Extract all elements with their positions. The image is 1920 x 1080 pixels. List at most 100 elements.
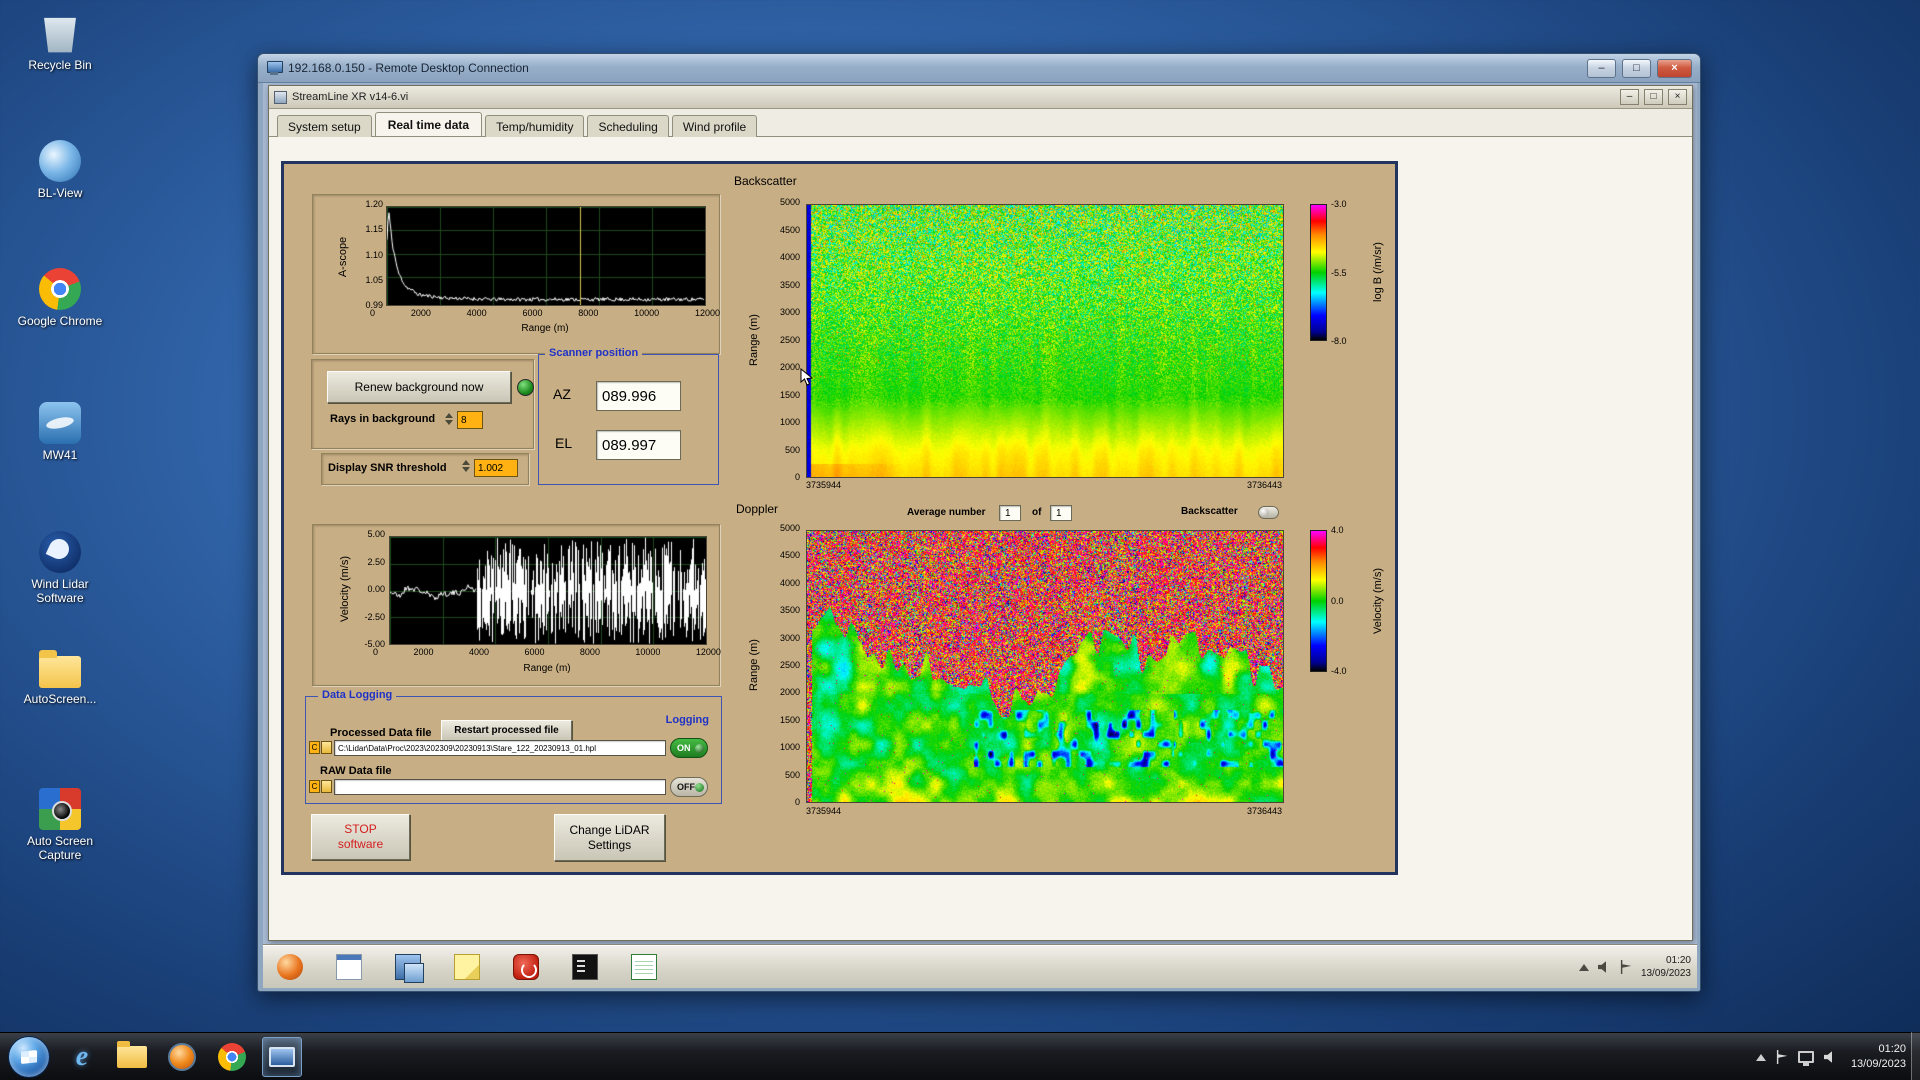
tab-scheduling[interactable]: Scheduling [587,115,669,137]
doppler-heatmap [806,530,1284,803]
network-app-icon[interactable] [395,954,424,983]
tick-label: 0.00 [367,584,385,594]
desktop-icon-recycle-bin[interactable]: Recycle Bin [12,12,108,72]
host-clock[interactable]: 01:20 13/09/2023 [1851,1042,1906,1073]
rays-spinner[interactable] [444,413,454,425]
tick-label: 3736443 [1246,480,1282,490]
browse-folder-icon[interactable] [321,780,332,793]
desktop-icon-label: Wind Lidar Software [31,577,89,605]
tray-arrow-icon[interactable] [1578,963,1589,971]
volume-icon[interactable] [1823,1051,1832,1063]
el-value-field[interactable]: 089.997 [596,430,681,460]
browser-icon[interactable] [277,954,303,980]
network-status-icon[interactable] [1797,1051,1814,1066]
tray-arrow-icon[interactable] [1755,1053,1766,1061]
tab-wind-profile[interactable]: Wind profile [671,115,758,137]
raw-logging-toggle[interactable]: OFF [670,777,708,797]
rdp-maximize-button[interactable]: □ [1622,58,1651,78]
rays-in-background-label: Rays in background [330,413,436,425]
renew-background-button[interactable]: Renew background now [327,371,511,403]
mw41-icon [39,402,81,444]
desktop-icon-mw41[interactable]: MW41 [12,402,108,462]
action-center-flag-icon[interactable] [1620,960,1632,974]
folder-icon [117,1041,147,1068]
tick-label: 0 [370,308,376,318]
tick-label: -8.0 [1331,336,1347,346]
velocity-x-ticks: 0 2000 4000 6000 8000 10000 12000 [373,647,721,657]
chrome-taskbar-icon[interactable] [212,1037,252,1077]
action-center-flag-icon[interactable] [1776,1050,1788,1064]
processed-logging-toggle[interactable]: ON [670,738,708,758]
auto-screen-capture-icon [39,788,81,830]
tick-label: -2.50 [364,611,385,622]
notepad-icon[interactable] [336,954,362,980]
of-label: of [1032,507,1042,518]
tab-real-time-data[interactable]: Real time data [374,112,483,136]
internet-explorer-icon[interactable]: e [62,1037,102,1077]
app-minimize-button[interactable]: – [1620,89,1639,105]
snr-spinner[interactable] [461,460,471,472]
change-lidar-settings-button[interactable]: Change LiDAR Settings [554,814,665,861]
spreadsheet-icon[interactable] [631,954,657,980]
tick-label: 4500 [779,550,800,561]
ascope-y-ticks: 1.20 1.15 1.10 1.05 0.99 [351,200,383,310]
desktop-icon-google-chrome[interactable]: Google Chrome [12,268,108,328]
rays-in-background-value[interactable]: 8 [457,411,483,429]
restart-processed-file-button[interactable]: Restart processed file [441,720,572,741]
desktop-icon-autoscreen-folder[interactable]: AutoScreen... [12,650,108,706]
background-led [517,379,534,396]
snr-threshold-value[interactable]: 1.002 [474,459,518,477]
media-player-icon[interactable] [162,1037,202,1077]
stop-software-button[interactable]: STOP software [311,814,410,860]
rdp-minimize-button[interactable]: – [1587,58,1616,78]
host-clock-date: 13/09/2023 [1850,1058,1906,1070]
az-value-field[interactable]: 089.996 [596,381,681,411]
desktop-icon-auto-screen-capture[interactable]: Auto Screen Capture [12,788,108,862]
app-restore-button[interactable]: □ [1644,89,1663,105]
browse-folder-icon[interactable] [321,741,332,754]
media-player-glyph [168,1043,196,1071]
close-icon: × [1671,61,1678,74]
tick-label: 3735944 [806,480,842,490]
remote-clock[interactable]: 01:20 13/09/2023 [1641,954,1691,981]
sticky-note-icon[interactable] [454,954,480,980]
processed-data-file-label: Processed Data file [330,727,432,739]
average-number-field[interactable]: 1 [999,505,1021,521]
rdp-computer-icon [266,61,283,75]
tick-label: 5.00 [367,529,385,539]
rdp-taskbar-button-active[interactable] [262,1037,302,1077]
start-button[interactable] [8,1036,50,1078]
volume-icon[interactable] [1597,961,1606,973]
rdp-close-button[interactable]: × [1657,58,1692,78]
desktop-icon-wind-lidar[interactable]: Wind Lidar Software [12,531,108,605]
ascope-group: A-scope 1.20 1.15 1.10 1.05 0.99 0 2000 4000 60… [312,194,720,354]
app-close-button[interactable]: × [1668,89,1687,105]
raw-path-input[interactable] [334,779,666,795]
tick-label: 1.20 [365,199,383,209]
ascope-x-ticks: 0 2000 4000 6000 8000 10000 12000 [370,308,720,318]
tab-system-setup[interactable]: System setup [277,115,372,137]
power-app-icon[interactable] [513,954,539,980]
tick-label: 500 [784,769,800,780]
tick-label: 10000 [634,308,660,318]
average-count-field[interactable]: 1 [1050,505,1072,521]
wind-lidar-icon [39,531,81,573]
tick-label: 8000 [579,647,600,657]
desktop: { "rdp": { "title": "192.168.0.150 - Rem… [0,0,1920,1080]
raw-data-file-label: RAW Data file [320,765,392,777]
tick-label: 1.05 [365,274,383,285]
processed-path-input[interactable]: C:\Lidar\Data\Proc\2023\202309\20230913\… [334,740,666,756]
rdp-titlebar[interactable]: 192.168.0.150 - Remote Desktop Connectio… [258,54,1700,83]
remote-clock-time: 01:20 [1665,954,1691,966]
backscatter-toggle[interactable] [1258,506,1279,519]
explorer-folder-icon[interactable] [112,1037,152,1077]
backscatter-toggle-label: Backscatter [1181,506,1238,517]
terminal-icon[interactable] [572,954,598,980]
app-titlebar[interactable]: StreamLine XR v14-6.vi – □ × [269,86,1692,109]
tick-label: 1500 [779,714,800,725]
show-desktop-button[interactable] [1911,1032,1920,1080]
tick-label: 0 [794,472,800,482]
tab-temp-humidity[interactable]: Temp/humidity [485,115,585,137]
desktop-icon-bl-view[interactable]: BL-View [12,140,108,200]
ascope-y-axis-label: A-scope [337,236,349,278]
